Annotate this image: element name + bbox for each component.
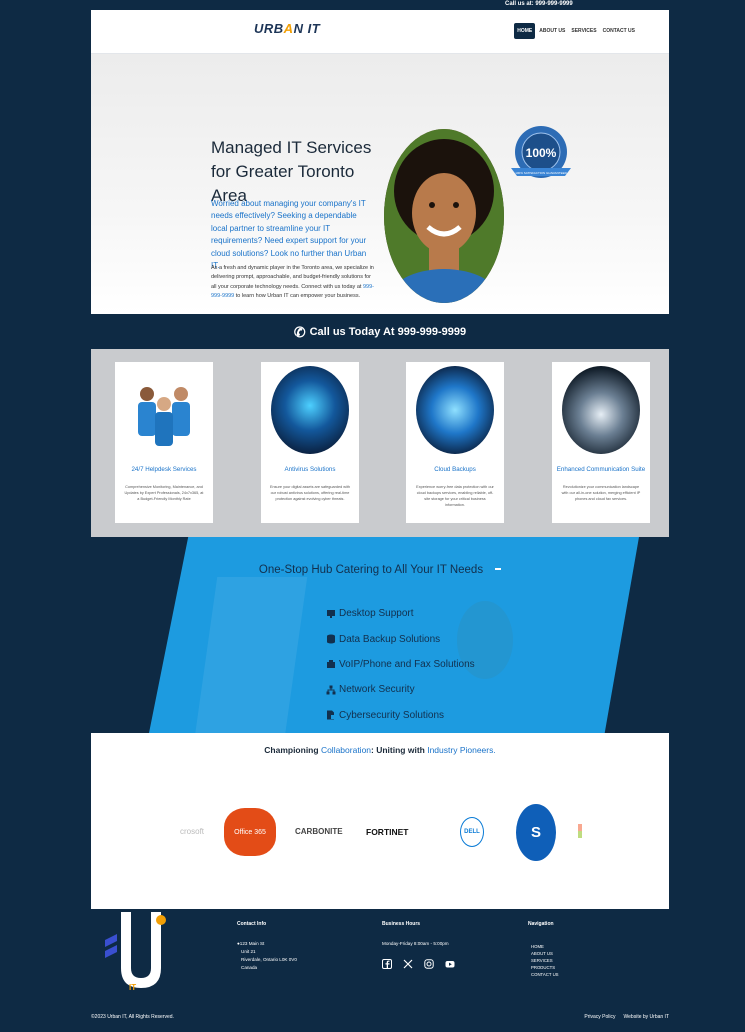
svg-text:IT: IT <box>129 983 136 992</box>
antivirus-image <box>271 366 349 454</box>
footer-nav-services[interactable]: SERVICES <box>531 957 559 964</box>
footer-nav: HOME ABOUT US SERVICES PRODUCTS CONTACT … <box>531 943 559 978</box>
contact-address: ●123 Main St Unit 21 Riverdale, Ontario … <box>237 941 297 970</box>
privacy-policy-link[interactable]: Privacy Policy <box>584 1014 615 1020</box>
carbonite-logo: CARBONITE <box>295 827 343 836</box>
top-bar: Call us at: 999-999-9999 <box>0 0 745 10</box>
partner-shield-logo: S <box>516 804 556 861</box>
hero-lead: Worried about managing your company's IT… <box>211 199 367 271</box>
nav-services[interactable]: SERVICES <box>569 23 598 39</box>
urbanit-logo[interactable]: URBAN IT <box>254 21 320 36</box>
topbar-phone[interactable]: Call us at: 999-999-9999 <box>505 1 573 7</box>
navigation-title: Navigation <box>528 921 554 927</box>
footer-legal: Privacy Policy Website by Urban IT <box>584 1014 669 1020</box>
hub-title: One-Stop Hub Catering to All Your IT Nee… <box>91 564 669 576</box>
nav-about-us[interactable]: ABOUT US <box>537 23 567 39</box>
database-icon <box>327 634 335 644</box>
x-twitter-icon[interactable] <box>403 956 413 969</box>
call-us-text: Call us Today At 999-999-9999 <box>309 326 467 338</box>
svg-text:100%: 100% <box>526 146 557 160</box>
site-header: URBAN IT HOME ABOUT US SERVICES CONTACT … <box>91 10 669 54</box>
collapse-icon[interactable] <box>495 568 502 570</box>
service-card[interactable]: Enhanced Communication Suite Revolutioni… <box>552 362 650 523</box>
service-card[interactable]: Antivirus Solutions Ensure your digital … <box>261 362 359 523</box>
services-section: 24/7 Helpdesk Services Comprehensive Mon… <box>91 349 669 537</box>
desktop-icon <box>327 609 335 618</box>
satisfaction-guarantee-seal: 100% 100% SATISFACTION GUARANTEED <box>507 122 575 190</box>
site-footer: IT Contact Info ●123 Main St Unit 21 Riv… <box>91 909 669 1032</box>
service-title[interactable]: Cloud Backups <box>406 466 504 473</box>
network-icon <box>326 685 336 695</box>
service-desc: Comprehensive Monitoring, Maintenance, a… <box>124 485 204 501</box>
service-desc: Revolutionize your communication landsca… <box>561 485 641 501</box>
website-credit-link[interactable]: Website by Urban IT <box>624 1014 669 1020</box>
youtube-icon[interactable] <box>445 956 455 968</box>
footer-nav-about-us[interactable]: ABOUT US <box>531 950 559 957</box>
instagram-icon[interactable] <box>424 956 434 969</box>
copyright-text: ©2023 Urban IT, All Rights Reserved. <box>91 1014 174 1020</box>
office365-logo: Office 365 <box>224 808 276 856</box>
svg-text:100% SATISFACTION GUARANTEED: 100% SATISFACTION GUARANTEED <box>515 171 567 175</box>
service-title[interactable]: 24/7 Helpdesk Services <box>115 466 213 473</box>
business-hours-text: Monday-Friday 8:00am - 5:00pm <box>382 941 449 946</box>
call-us-bar[interactable]: ✆ Call us Today At 999-999-9999 <box>91 314 669 349</box>
footer-nav-home[interactable]: HOME <box>531 943 559 950</box>
list-item: VoIP/Phone and Fax Solutions <box>326 652 475 677</box>
nav-home[interactable]: HOME <box>514 23 536 39</box>
file-lock-icon <box>327 710 335 720</box>
microsoft-logo: crosoft <box>180 827 205 836</box>
list-item: Data Backup Solutions <box>326 626 475 651</box>
service-card[interactable]: Cloud Backups Experience worry-free data… <box>406 362 504 523</box>
footer-nav-contact-us[interactable]: CONTACT US <box>531 971 559 978</box>
partner-partial-logo <box>578 824 582 838</box>
list-item: Network Security <box>326 677 475 702</box>
cloud-backup-image <box>416 366 494 454</box>
hero-body: As a fresh and dynamic player in the Tor… <box>211 265 374 300</box>
main-nav: HOME ABOUT US SERVICES CONTACT US <box>514 23 637 39</box>
footer-logo[interactable]: IT <box>99 910 173 995</box>
nav-contact-us[interactable]: CONTACT US <box>601 23 637 39</box>
hero-portrait-image <box>384 129 504 303</box>
footer-nav-products[interactable]: PRODUCTS <box>531 964 559 971</box>
business-hours-title: Business Hours <box>382 921 421 927</box>
list-item: Cybersecurity Solutions <box>326 703 475 728</box>
facebook-icon[interactable] <box>382 956 392 969</box>
service-card[interactable]: 24/7 Helpdesk Services Comprehensive Mon… <box>115 362 213 523</box>
helpdesk-team-image <box>125 366 203 454</box>
service-title[interactable]: Antivirus Solutions <box>261 466 359 473</box>
social-links <box>382 956 455 969</box>
fortinet-logo: FORTINET <box>366 827 409 837</box>
dell-logo: DELL <box>460 817 484 847</box>
service-title[interactable]: Enhanced Communication Suite <box>552 466 650 473</box>
list-item: Desktop Support <box>326 601 475 626</box>
phone-icon: ✆ <box>293 324 306 340</box>
it-hub-section: One-Stop Hub Catering to All Your IT Nee… <box>91 537 669 733</box>
contact-info-title: Contact Info <box>237 921 267 927</box>
communication-suite-image <box>562 366 640 454</box>
service-desc: Experience worry-free data protection wi… <box>416 485 494 507</box>
service-desc: Ensure your digital assets are safeguard… <box>270 485 350 501</box>
fax-icon <box>327 660 335 669</box>
partners-title: Championing Collaboration: Uniting with … <box>264 745 496 755</box>
partners-section: Championing Collaboration: Uniting with … <box>91 733 669 909</box>
hub-list: Desktop Support Data Backup Solutions Vo… <box>326 601 475 728</box>
hero-section: Managed IT Services for Greater Toronto … <box>91 54 669 314</box>
